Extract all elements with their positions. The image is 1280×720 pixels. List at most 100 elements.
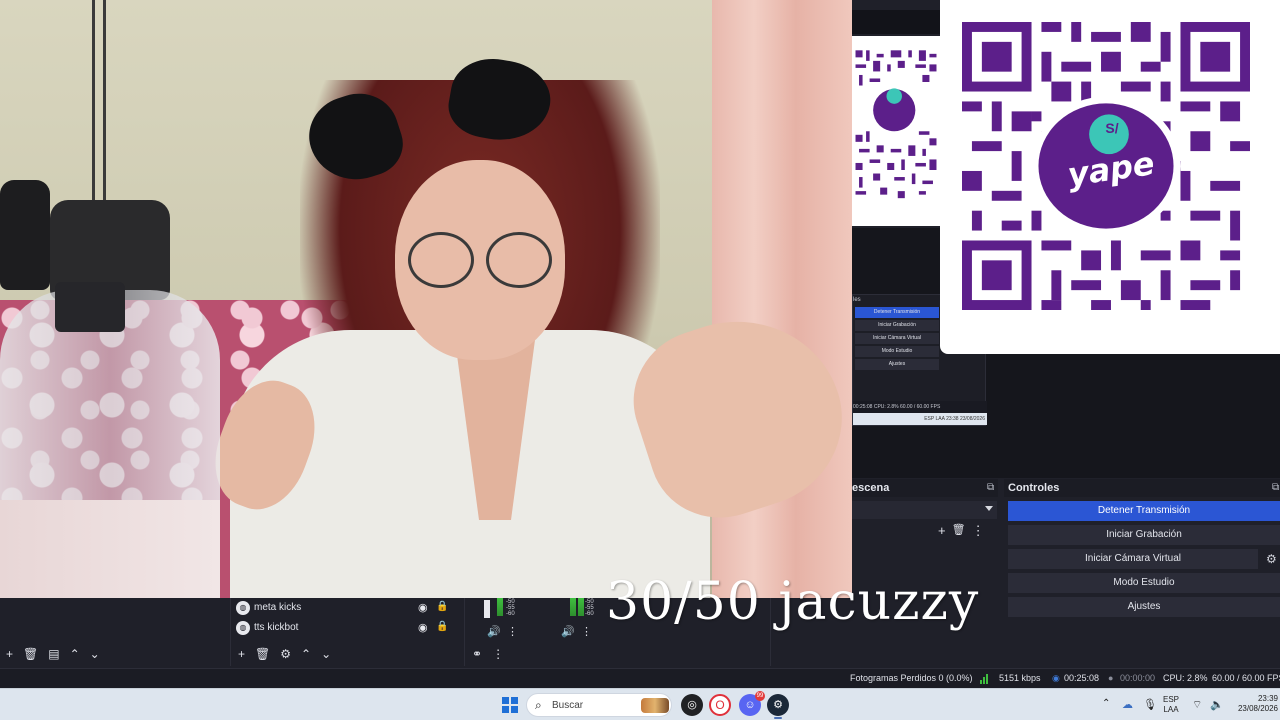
taskbar-search[interactable]: ⌕ Buscar — [526, 693, 672, 717]
preview-status: 00:25:08 CPU: 2.8% 60.00 / 60.00 FPS — [853, 401, 987, 413]
trash-icon[interactable]: 🗑 — [23, 647, 38, 661]
trash-icon[interactable]: 🗑 — [952, 523, 966, 541]
goal-overlay-text: 30/50 jacuzzy — [606, 572, 980, 632]
signal-icon — [980, 673, 990, 684]
audio-meter — [578, 598, 584, 616]
chevron-down-icon[interactable]: ⌄ — [321, 647, 331, 661]
bitrate: 5151 kbps — [999, 673, 1041, 683]
eye-icon[interactable]: ◉ — [418, 601, 428, 614]
controls-dock-header: Controles — [1004, 479, 1280, 497]
stream-icon: ◉ — [1052, 673, 1060, 683]
webcam-person-glasses — [400, 232, 560, 292]
preview-settings: Ajustes — [855, 359, 939, 370]
trash-icon[interactable]: 🗑 — [255, 647, 270, 661]
add-icon[interactable]: + — [238, 647, 245, 661]
gear-icon[interactable]: ⚙ — [1266, 552, 1280, 566]
stream-time: 00:25:08 — [1064, 673, 1100, 683]
link-icon[interactable]: ⚭ — [472, 647, 482, 661]
search-icon: ⌕ — [535, 698, 542, 712]
record-icon: ● — [1108, 673, 1114, 683]
more-icon[interactable]: ⋮ — [492, 647, 504, 661]
studio-mode-button[interactable]: Modo Estudio — [1008, 573, 1280, 593]
speaker-icon[interactable]: 🔊 — [561, 625, 575, 638]
browser-source-icon: ◍ — [236, 601, 250, 615]
wifi-icon[interactable]: ⌔ — [1192, 698, 1202, 720]
record-time: 00:00:00 — [1120, 673, 1156, 683]
chevron-up-icon[interactable]: ⌃ — [301, 647, 311, 661]
keyboard-layout: LAA — [1163, 705, 1179, 714]
search-highlight-image — [641, 698, 669, 713]
clock[interactable]: 23:39 23/08/2026 — [1230, 694, 1278, 720]
cpu-usage: CPU: 2.8% — [1163, 673, 1208, 683]
search-placeholder: Buscar — [552, 700, 584, 711]
language-indicator[interactable]: ESP LAA — [1163, 695, 1179, 720]
chevron-up-icon[interactable]: ⌃ — [1102, 698, 1110, 720]
more-icon[interactable]: ⋮ — [581, 625, 592, 638]
dock-divider — [464, 598, 465, 666]
settings-button[interactable]: Ajustes — [1008, 597, 1280, 617]
chevron-down-icon[interactable] — [985, 506, 993, 511]
meter-scale-label: -60 — [585, 611, 594, 617]
source-label: tts kickbot — [254, 622, 299, 633]
preview-qr-thumbnail — [852, 36, 940, 226]
add-icon[interactable]: + — [938, 523, 946, 541]
qr-thumbnail-graphic — [852, 46, 940, 206]
chevron-down-icon[interactable]: ⌄ — [90, 647, 100, 661]
preview-virtual-cam: Iniciar Cámara Virtual — [855, 333, 939, 344]
clock-time: 23:39 — [1257, 694, 1278, 703]
scene-select[interactable] — [852, 501, 997, 519]
scene-dock-title: escena — [852, 482, 890, 494]
eye-icon[interactable]: ◉ — [418, 621, 428, 634]
meter-scale: -50 -55 -60 — [585, 599, 594, 617]
preview-start-recording: Iniciar Grabación — [855, 320, 939, 331]
microphone-icon[interactable]: 🎙 — [1143, 698, 1157, 720]
yape-currency-label: S/ — [1105, 120, 1119, 136]
preview-studio-mode: Modo Estudio — [855, 346, 939, 357]
start-virtual-camera-button[interactable]: Iniciar Cámara Virtual — [1008, 549, 1258, 569]
webcam-bag — [0, 180, 50, 290]
obs-app-icon[interactable]: ◎ — [681, 694, 703, 716]
steam-icon[interactable]: ⚙ — [767, 694, 789, 719]
mixer-toolbar: ⚭ ⋮ — [472, 647, 504, 661]
preview-taskbar: ESP LAA 23:38 23/08/2026 — [853, 413, 987, 425]
stop-stream-button[interactable]: Detener Transmisión — [1008, 501, 1280, 521]
webcam-feed — [0, 0, 852, 598]
more-icon[interactable]: ⋮ — [972, 523, 985, 541]
clock-date: 23/08/2026 — [1237, 704, 1278, 713]
audio-meter — [570, 598, 576, 616]
chevron-up-icon[interactable]: ⌃ — [70, 647, 80, 661]
windows-taskbar: ⌕ Buscar ◎ O ☺ 99 ⚙ ⌃ ☁ 🎙 ESP LAA ⌔ 🔈 23… — [0, 688, 1280, 720]
filter-icon[interactable]: ▤ — [48, 647, 59, 661]
meter-scale-label: -60 — [506, 611, 515, 617]
opera-gx-icon[interactable]: O — [709, 694, 731, 716]
start-recording-button[interactable]: Iniciar Grabación — [1008, 525, 1280, 545]
scene-dock-undock-icon[interactable]: ⧉ — [987, 482, 994, 493]
fps: 60.00 / 60.00 FPS — [1212, 673, 1280, 683]
webcam-bottle-label — [0, 500, 220, 598]
scenes-toolbar: + 🗑 ▤ ⌃ ⌄ — [6, 647, 100, 661]
speaker-icon[interactable]: 🔊 — [487, 625, 501, 638]
sources-toolbar: + 🗑 ⚙ ⌃ ⌄ — [238, 647, 331, 661]
more-icon[interactable]: ⋮ — [507, 625, 518, 638]
preview-stop-stream: Detener Transmisión — [855, 307, 939, 318]
add-icon[interactable]: + — [6, 647, 13, 661]
audio-meter — [497, 598, 503, 616]
browser-source-icon: ◍ — [236, 621, 250, 635]
meter-scale: -50 -55 -60 — [506, 599, 515, 617]
source-label: meta kicks — [254, 602, 302, 613]
controls-dock-undock-icon[interactable]: ⧉ — [1272, 482, 1279, 493]
dock-divider — [230, 598, 231, 666]
lock-icon[interactable]: 🔒 — [436, 601, 448, 612]
lock-icon[interactable]: 🔒 — [436, 621, 448, 632]
screen: les Detener Transmisión Iniciar Grabació… — [0, 0, 1280, 720]
discord-badge: 99 — [755, 691, 765, 701]
obs-statusbar: Fotogramas Perdidos 0 (0.0%) 5151 kbps ◉… — [0, 668, 1280, 688]
gear-icon[interactable]: ⚙ — [280, 647, 291, 661]
discord-icon[interactable]: ☺ 99 — [739, 691, 765, 716]
webcam-bag-strap — [92, 0, 106, 200]
network-icon[interactable]: ☁ — [1122, 698, 1133, 720]
windows-start-icon[interactable] — [502, 697, 518, 713]
controls-dock-title: Controles — [1008, 482, 1060, 494]
dropped-frames: Fotogramas Perdidos 0 (0.0%) — [850, 673, 973, 683]
volume-icon[interactable]: 🔈 — [1210, 698, 1224, 720]
